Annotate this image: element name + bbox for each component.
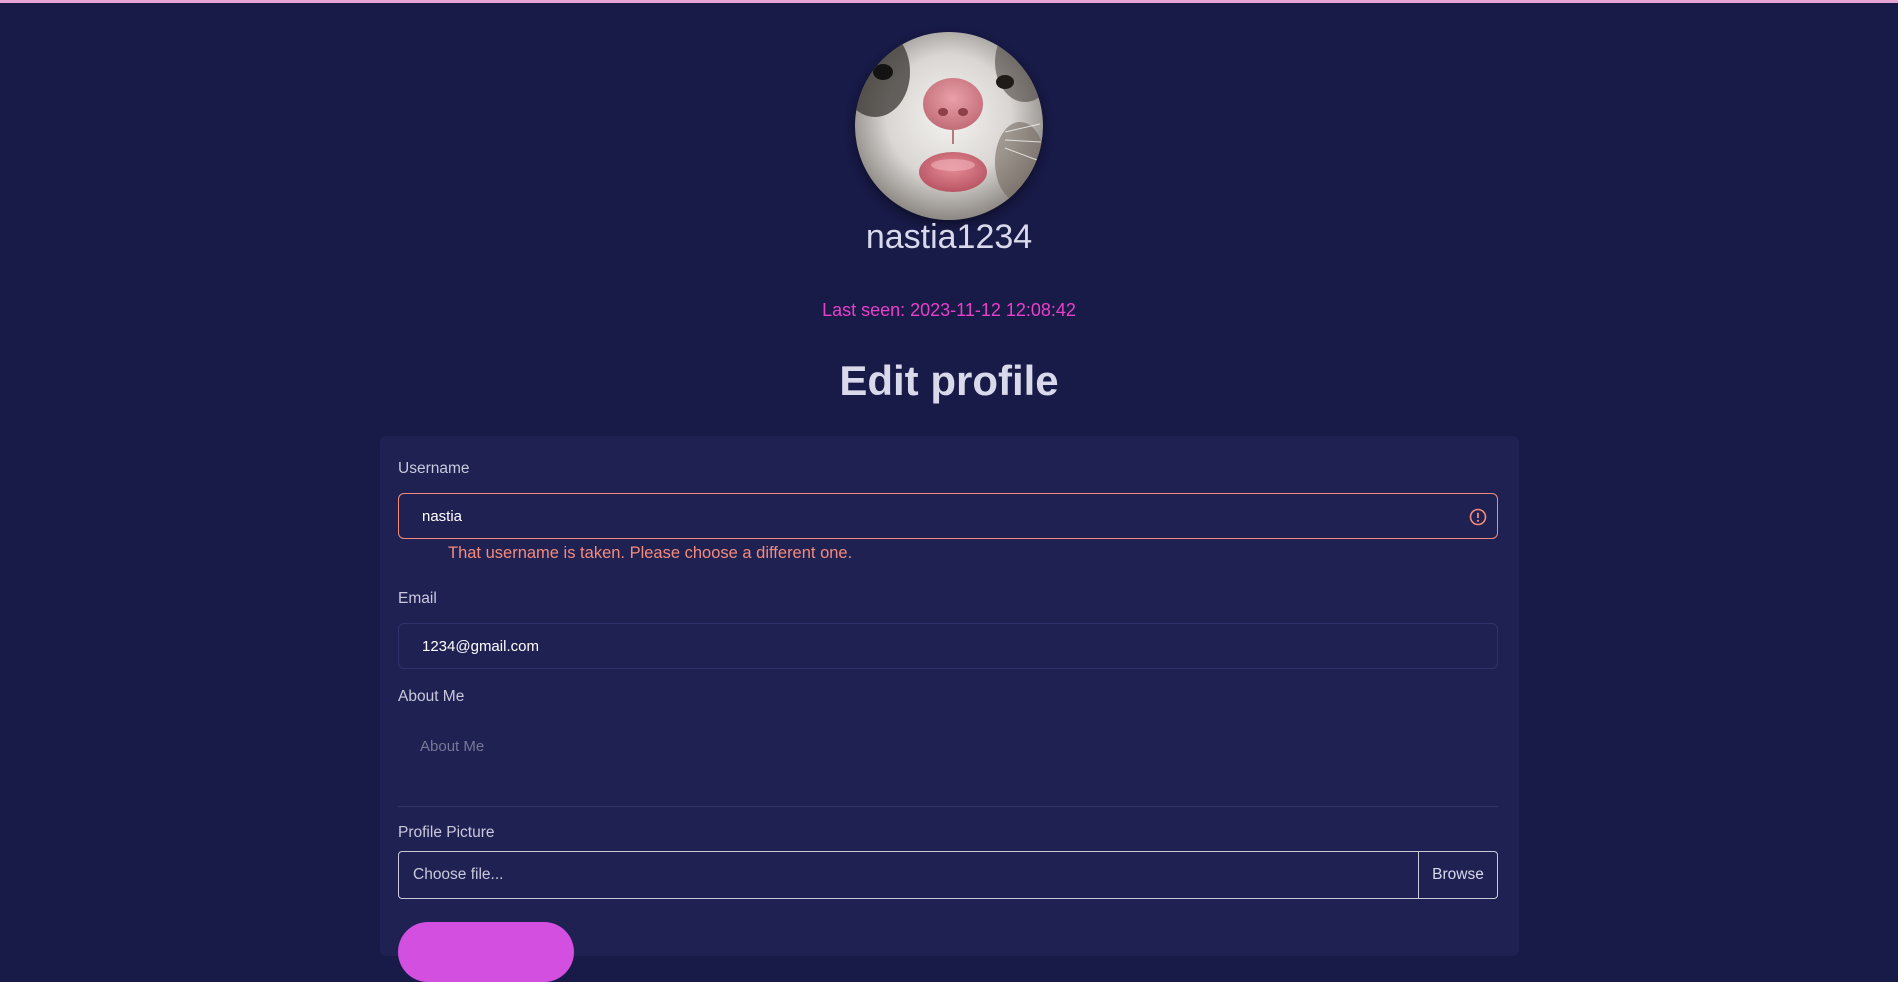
save-button[interactable] (398, 922, 574, 982)
avatar-cat-image (855, 32, 1043, 220)
profile-picture-label: Profile Picture (398, 824, 495, 841)
username-input[interactable] (398, 493, 1498, 539)
edit-profile-form: Username That username is taken. Please … (380, 436, 1519, 982)
top-accent-line (0, 0, 1898, 3)
about-me-textarea[interactable] (398, 718, 1498, 798)
email-input[interactable] (398, 623, 1498, 669)
about-me-label: About Me (398, 688, 465, 705)
warning-icon (1469, 508, 1487, 526)
avatar (855, 32, 1043, 220)
browse-button[interactable]: Browse (1418, 852, 1497, 898)
email-label: Email (398, 590, 437, 607)
profile-username: nastia1234 (865, 218, 1033, 256)
username-label: Username (398, 460, 470, 477)
file-placeholder-text: Choose file... (413, 866, 504, 883)
page-title: Edit profile (839, 357, 1059, 404)
username-error-message: That username is taken. Please choose a … (448, 544, 853, 562)
about-me-divider (398, 806, 1498, 807)
profile-picture-file-input[interactable]: Choose file... Browse (398, 851, 1498, 899)
last-seen-text: Last seen: 2023-11-12 12:08:42 (822, 300, 1076, 320)
